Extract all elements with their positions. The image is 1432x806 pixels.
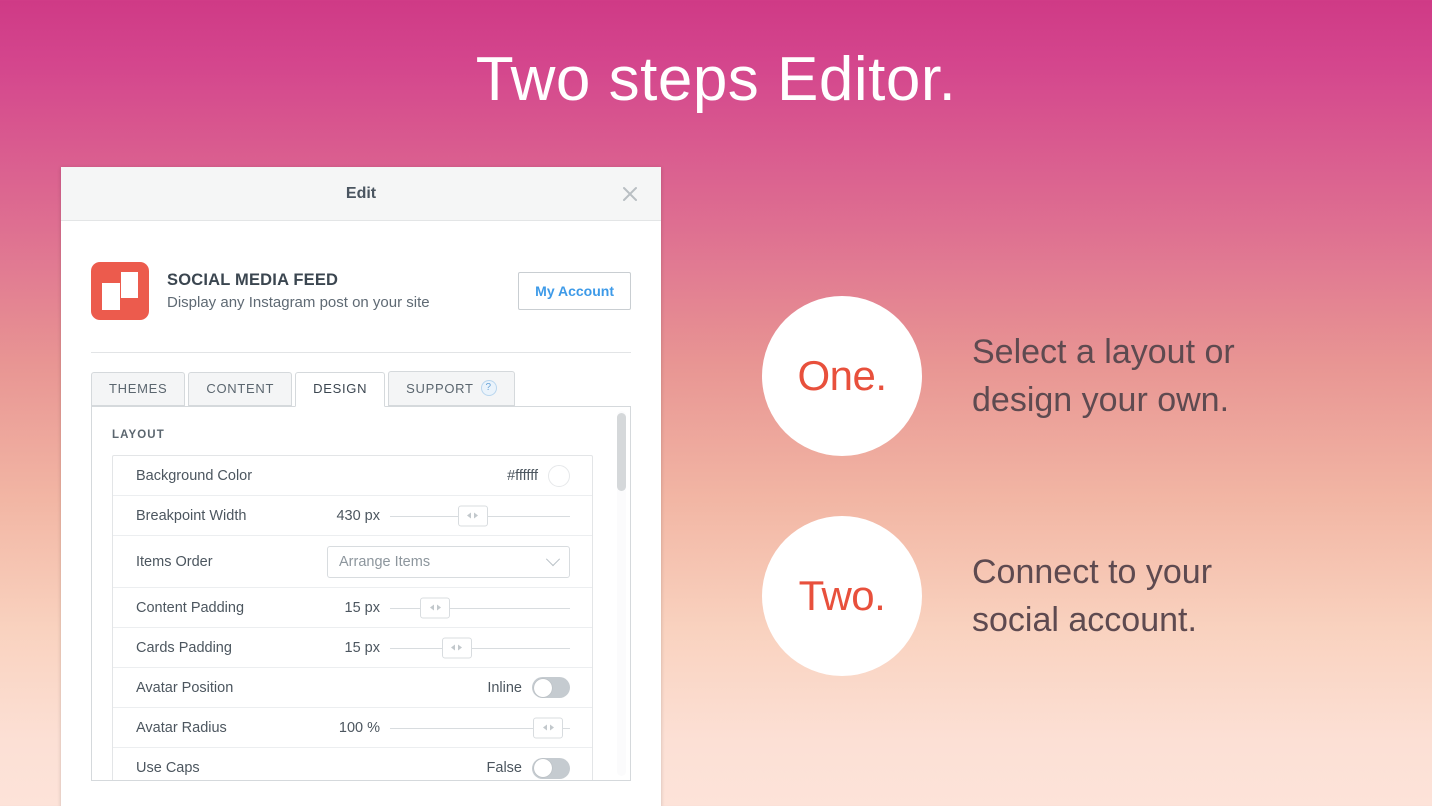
toggle-use-caps[interactable] (532, 757, 570, 779)
window-title: Edit (345, 184, 377, 202)
toggle-knob (533, 678, 552, 697)
arrow-left-icon (467, 512, 472, 519)
step-two: Two. Connect to your social account. (762, 516, 1212, 676)
setting-value: False (486, 760, 522, 776)
setting-row-background-color: Background Color #ffffff (113, 456, 592, 496)
setting-row-content-padding: Content Padding 15 px (113, 588, 592, 628)
setting-value: 100 % (338, 719, 380, 736)
app-name: SOCIAL MEDIA FEED (167, 270, 339, 289)
settings-card: Background Color #ffffff Breakpoint Widt… (112, 455, 593, 780)
slider-track (390, 647, 570, 649)
app-meta: SOCIAL MEDIA FEED Display any Instagram … (167, 269, 518, 313)
slider-handle[interactable] (420, 597, 450, 618)
slider-handle[interactable] (441, 637, 472, 658)
app-description: Display any Instagram post on your site (167, 294, 430, 312)
setting-label: Use Caps (136, 760, 200, 776)
setting-row-avatar-position: Avatar Position Inline (113, 668, 592, 708)
step-one-number: One. (797, 352, 887, 399)
tab-content-label: CONTENT (206, 381, 275, 396)
tab-themes[interactable]: THEMES (91, 372, 186, 406)
setting-row-use-caps: Use Caps False (113, 748, 592, 780)
step-one-text: Select a layout or design your own. (972, 332, 1235, 419)
tab-design[interactable]: DESIGN (295, 372, 386, 407)
setting-row-cards-padding: Cards Padding 15 px (113, 628, 592, 668)
setting-value: Inline (487, 679, 522, 696)
step-two-circle: Two. (762, 516, 922, 676)
step-one: One. Select a layout or design your own. (762, 296, 1235, 456)
setting-label: Background Color (136, 467, 253, 484)
app-icon-bar-right (121, 272, 138, 298)
dropdown-value: Arrange Items (339, 553, 431, 570)
settings-inner: LAYOUT Background Color #ffffff Breakpoi… (92, 407, 630, 780)
tab-themes-label: THEMES (109, 381, 168, 396)
arrow-right-icon (436, 604, 441, 611)
dropdown-items-order[interactable]: Arrange Items (327, 545, 570, 578)
arrow-left-icon (451, 644, 456, 651)
setting-label: Breakpoint Width (136, 507, 247, 524)
slider-avatar-radius[interactable] (390, 717, 570, 739)
scrollbar-thumb[interactable] (617, 413, 626, 491)
step-one-circle: One. (762, 296, 922, 456)
slider-cards-padding[interactable] (390, 637, 570, 659)
social-media-feed-app-icon (91, 262, 149, 320)
setting-label: Cards Padding (136, 639, 232, 656)
step-two-text: Connect to your social account. (972, 552, 1213, 639)
arrow-right-icon (474, 512, 479, 519)
settings-scrollbar[interactable] (617, 411, 626, 776)
arrow-right-icon (458, 644, 463, 651)
tab-design-label: DESIGN (313, 381, 368, 396)
color-swatch[interactable] (548, 464, 570, 487)
setting-row-items-order: Items Order Arrange Items (113, 536, 592, 588)
toggle-knob (533, 759, 552, 777)
arrow-left-icon (542, 724, 547, 731)
my-account-button[interactable]: My Account (518, 272, 631, 310)
slider-handle[interactable] (457, 505, 488, 526)
app-icon-bar-left (102, 283, 120, 310)
section-label-layout: LAYOUT (112, 429, 165, 441)
page-title: Two steps Editor. (475, 45, 957, 114)
tab-support[interactable]: SUPPORT ? (388, 371, 515, 406)
setting-value: 15 px (344, 599, 380, 616)
header-divider (91, 352, 631, 353)
slider-content-padding[interactable] (390, 597, 570, 619)
tab-content[interactable]: CONTENT (188, 372, 293, 406)
setting-value: 15 px (344, 639, 380, 656)
close-icon[interactable] (615, 179, 645, 209)
toggle-avatar-position[interactable] (532, 677, 570, 698)
setting-row-avatar-radius: Avatar Radius 100 % (113, 708, 592, 748)
setting-label: Items Order (136, 553, 213, 570)
window-header: Edit (61, 167, 661, 221)
editor-tabs: THEMES CONTENT DESIGN SUPPORT ? (61, 371, 661, 407)
step-two-number: Two. (798, 572, 886, 619)
tab-support-label: SUPPORT (406, 380, 474, 396)
setting-label: Content Padding (136, 599, 245, 616)
editor-window: Edit SOCIAL MEDIA FEED Display any Insta… (61, 167, 661, 806)
settings-scroll-area: LAYOUT Background Color #ffffff Breakpoi… (91, 406, 631, 781)
app-header: SOCIAL MEDIA FEED Display any Instagram … (61, 221, 661, 320)
slider-track (390, 607, 570, 609)
setting-row-breakpoint-width: Breakpoint Width 430 px (113, 496, 592, 536)
help-icon[interactable]: ? (480, 380, 497, 396)
setting-value: #ffffff (507, 467, 538, 484)
setting-label: Avatar Radius (136, 719, 227, 736)
arrow-left-icon (429, 604, 434, 611)
chevron-down-icon (545, 551, 561, 566)
arrow-right-icon (549, 724, 554, 731)
setting-label: Avatar Position (136, 679, 234, 696)
slider-handle[interactable] (533, 717, 564, 738)
setting-value: 430 px (336, 507, 380, 524)
slider-breakpoint-width[interactable] (390, 505, 570, 527)
